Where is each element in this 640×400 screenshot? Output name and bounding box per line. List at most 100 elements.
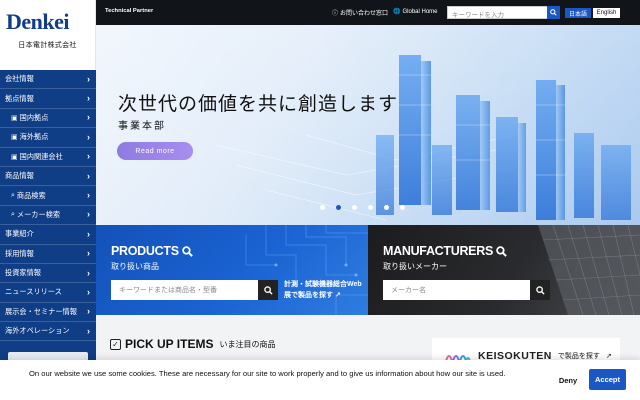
chevron-right-icon: › <box>87 325 90 336</box>
sidebar-item-label: 拠点情報 <box>5 93 34 103</box>
sidebar-item-label-wrap: ▣ 国内拠点 <box>11 113 48 123</box>
cookie-deny-button[interactable]: Deny <box>552 370 584 390</box>
search-icon <box>496 245 507 257</box>
sidebar-item[interactable]: ▣ 国内関連会社 › <box>0 148 96 167</box>
manufacturer-search-button[interactable] <box>530 280 550 300</box>
pickup-subtitle: いま注目の商品 <box>219 339 276 349</box>
chevron-right-icon: › <box>87 228 90 239</box>
sidebar-item-label: 事業紹介 <box>5 229 34 239</box>
sidebar-item-label: 海外オペレーション <box>5 326 70 336</box>
chevron-right-icon: › <box>87 170 90 181</box>
sidebar-item-label: 会社情報 <box>5 74 34 84</box>
product-search-button[interactable] <box>258 280 278 300</box>
contact-link[interactable]: ⓘ お問い合わせ窓口 <box>332 8 388 17</box>
slider-dot[interactable] <box>352 205 357 210</box>
sidebar-item-label: 商品検索 <box>16 190 46 200</box>
sidebar-nav: 会社情報 › 拠点情報 › ▣ 国内拠点 › ▣ 海外拠点 › ▣ 国内関連会社 › 商品情報 › ⌕ 商品検索… <box>0 70 96 342</box>
sidebar-item[interactable]: 会社情報 › <box>0 70 96 90</box>
global-home-label: Global Home <box>402 8 438 15</box>
sidebar-item[interactable]: ⌕ 商品検索 › <box>0 186 96 206</box>
info-icon: ⓘ <box>332 11 339 17</box>
sidebar-item-label-wrap: ⌕ 商品検索 <box>11 191 46 201</box>
chevron-right-icon: › <box>87 267 90 278</box>
globe-icon: 🌐 <box>393 9 401 15</box>
manufacturers-heading: MANUFACTURERS <box>383 244 507 258</box>
sidebar-item[interactable]: 事業紹介 › <box>0 225 96 245</box>
sidebar-item-label-wrap: ▣ 海外拠点 <box>11 132 48 142</box>
slider-dot[interactable] <box>368 205 373 210</box>
header-search-button[interactable] <box>547 6 560 19</box>
search-icon: ⌕ <box>11 191 15 199</box>
sidebar-item[interactable]: 投資家情報 › <box>0 264 96 284</box>
chevron-right-icon: › <box>87 151 90 162</box>
sidebar-item[interactable]: 海外オペレーション › <box>0 322 96 342</box>
slider-dot[interactable] <box>320 205 325 210</box>
pickup-heading: ✓ PICK UP ITEMS いま注目の商品 <box>110 337 275 351</box>
products-subtitle: 取り扱い商品 <box>111 262 159 271</box>
products-search-panel: PRODUCTS 取り扱い商品 キーワードまたは商品名・型番 計測・試験機器総合… <box>96 225 368 315</box>
product-keyword-input[interactable]: キーワードまたは商品名・型番 <box>111 280 258 300</box>
sidebar-item[interactable]: 採用情報 › <box>0 245 96 264</box>
contact-label: お問い合わせ窓口 <box>340 11 389 17</box>
sidebar-item-label-wrap: ⌕ メーカー検索 <box>11 210 60 220</box>
sidebar-item[interactable]: 展示会・セミナー情報 › <box>0 303 96 323</box>
sidebar-item-label-wrap: 事業紹介 <box>5 229 34 239</box>
sidebar-item-label-wrap: 商品情報 <box>5 171 34 181</box>
slider-dot[interactable] <box>336 205 341 210</box>
slider-dot[interactable] <box>384 205 389 210</box>
hero-slider[interactable]: 次世代の価値を共に創造します 事業本部 Read more <box>96 25 640 225</box>
slider-dot[interactable] <box>400 205 405 210</box>
hero-title: 次世代の価値を共に創造します <box>118 93 399 115</box>
logo-box[interactable]: Denkei 日本電計株式会社 <box>0 0 96 70</box>
lang-japanese-button[interactable]: 日本語 <box>565 8 591 18</box>
read-more-button[interactable]: Read more <box>117 142 193 160</box>
cookie-accept-button[interactable]: Accept <box>589 369 626 390</box>
logo[interactable]: Denkei <box>6 10 89 34</box>
sidebar-item-label: 商品情報 <box>5 171 34 181</box>
manufacturer-name-input[interactable]: メーカー名 <box>383 280 530 300</box>
building-icon: ▣ <box>11 134 18 142</box>
chevron-right-icon: › <box>87 248 90 259</box>
web-exhibition-link[interactable]: 計測・試験機器総合Web展で製品を探す ↗ <box>284 279 362 301</box>
chevron-right-icon: › <box>87 190 90 201</box>
sidebar-item-label: 国内拠点 <box>19 112 49 122</box>
search-icon <box>550 9 557 16</box>
sidebar-item-label: メーカー検索 <box>16 209 61 219</box>
sidebar-item-label-wrap: 拠点情報 <box>5 94 34 104</box>
sidebar-item[interactable]: ⌕ メーカー検索 › <box>0 206 96 226</box>
sidebar-item[interactable]: ニュースリリース › <box>0 283 96 303</box>
sidebar-item-label-wrap: 展示会・セミナー情報 <box>5 307 77 317</box>
sidebar-item[interactable]: ▣ 海外拠点 › <box>0 128 96 148</box>
hero-subtitle: 事業本部 <box>118 121 166 132</box>
sidebar-item[interactable]: ▣ 国内拠点 › <box>0 109 96 129</box>
cookie-message: On our website we use some cookies. Thes… <box>29 369 506 378</box>
products-heading: PRODUCTS <box>111 244 193 258</box>
search-icon <box>181 245 193 257</box>
sidebar-item-label: ニュースリリース <box>5 287 62 297</box>
sidebar-item-label: 展示会・セミナー情報 <box>5 306 77 316</box>
technical-partner-label: Technical Partner <box>105 8 154 14</box>
slider-dots <box>320 205 405 210</box>
sidebar-item[interactable]: 商品情報 › <box>0 167 96 187</box>
sidebar-item-label-wrap: ▣ 国内関連会社 <box>11 152 63 162</box>
global-home-link[interactable]: 🌐 Global Home <box>393 8 438 16</box>
chevron-right-icon: › <box>87 209 90 220</box>
sidebar-item[interactable]: 拠点情報 › <box>0 89 96 109</box>
search-icon <box>535 285 545 295</box>
building-icon: ▣ <box>11 114 18 122</box>
external-link-icon: ↗ <box>605 353 612 360</box>
manufacturers-search-panel: MANUFACTURERS 取り扱いメーカー メーカー名 <box>368 225 640 315</box>
header-search-input[interactable]: キーワードを入力 <box>447 6 548 19</box>
sidebar-item-label-wrap: 採用情報 <box>5 249 34 259</box>
chevron-right-icon: › <box>87 73 90 84</box>
products-title: PRODUCTS <box>111 244 179 258</box>
company-name: 日本電計株式会社 <box>18 42 77 49</box>
search-icon: ⌕ <box>11 210 15 218</box>
manufacturers-subtitle: 取り扱いメーカー <box>383 262 447 271</box>
lang-english-button[interactable]: English <box>593 8 620 18</box>
chevron-right-icon: › <box>87 131 90 142</box>
hero-buildings-image <box>96 25 640 225</box>
search-icon <box>263 285 273 295</box>
chevron-right-icon: › <box>87 93 90 104</box>
sidebar-item-label: 投資家情報 <box>5 268 41 278</box>
